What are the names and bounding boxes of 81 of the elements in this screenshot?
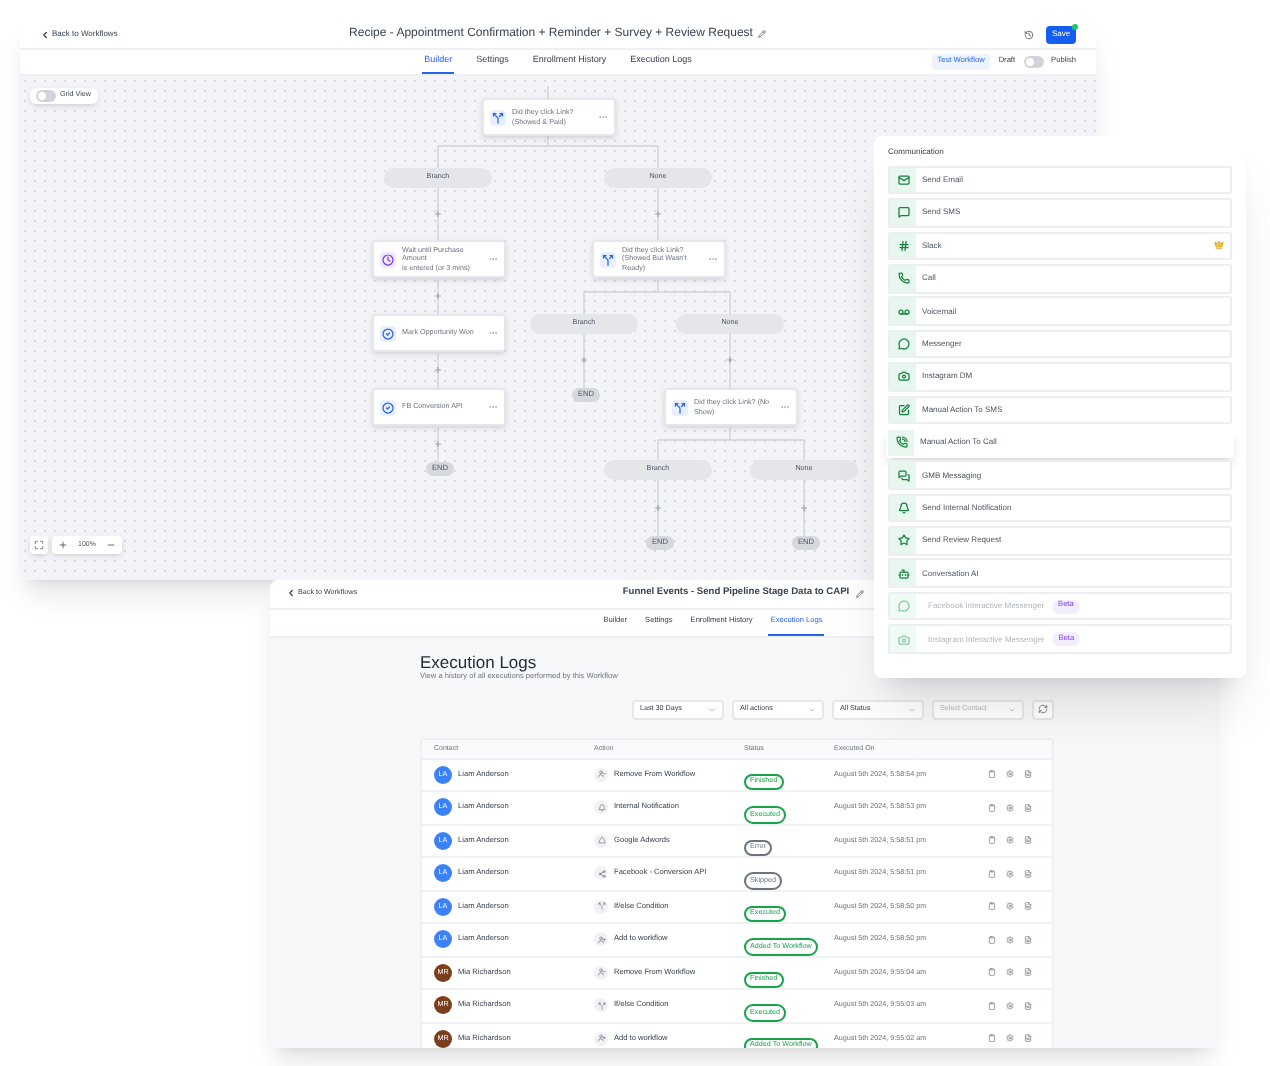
user-minus-icon (597, 968, 605, 977)
file-icon[interactable] (1024, 968, 1032, 977)
hash-icon (897, 239, 909, 252)
file-icon[interactable] (1024, 902, 1032, 911)
zoom-in-icon[interactable] (58, 540, 68, 550)
plus-icon[interactable] (726, 356, 734, 364)
chat-bubble-icon (897, 600, 909, 613)
message-icon (897, 206, 909, 219)
fit-view-button[interactable] (30, 536, 48, 554)
camera-icon (897, 370, 909, 383)
settings-icon[interactable] (1006, 770, 1014, 779)
settings-icon[interactable] (1006, 902, 1014, 911)
fit-view-icon (34, 540, 44, 550)
split-icon (597, 902, 605, 911)
clipboard-icon[interactable] (988, 869, 996, 878)
settings-icon[interactable] (1006, 869, 1014, 878)
refresh-button[interactable] (1032, 699, 1054, 720)
chat-bubble-icon (897, 338, 909, 351)
edit-icon[interactable] (855, 590, 864, 598)
publish-toggle[interactable] (1023, 56, 1044, 68)
refresh-icon (1038, 704, 1048, 715)
plus-icon[interactable] (654, 210, 662, 218)
settings-icon[interactable] (1006, 803, 1014, 812)
plus-icon[interactable] (654, 504, 662, 512)
plus-icon[interactable] (434, 292, 442, 300)
back-icon (286, 588, 296, 599)
clipboard-icon[interactable] (988, 1034, 996, 1043)
connector-line (803, 479, 805, 537)
clipboard-icon[interactable] (988, 1001, 996, 1010)
clock-icon (382, 253, 394, 265)
file-icon[interactable] (1024, 1034, 1032, 1043)
clipboard-icon[interactable] (988, 935, 996, 944)
split-icon (674, 401, 686, 413)
share-icon (597, 869, 605, 878)
file-icon[interactable] (1024, 803, 1032, 812)
phone-call-icon (895, 436, 907, 449)
back-icon (40, 29, 50, 39)
plus-icon[interactable] (434, 210, 442, 218)
settings-icon[interactable] (1006, 836, 1014, 845)
plus-icon[interactable] (434, 366, 442, 374)
camera-icon (897, 633, 909, 646)
edit-icon[interactable] (758, 30, 767, 38)
user-plus-icon (597, 1034, 605, 1043)
clipboard-icon[interactable] (988, 770, 996, 779)
messages-icon (897, 469, 909, 482)
clipboard-icon[interactable] (988, 968, 996, 977)
split-icon (492, 111, 504, 123)
voicemail-icon (897, 305, 909, 318)
page-heading: Execution Logs (420, 652, 539, 672)
plus-icon[interactable] (434, 440, 442, 448)
clipboard-icon[interactable] (988, 803, 996, 812)
bell-icon (897, 502, 909, 514)
grid-view-toggle[interactable] (36, 90, 56, 102)
file-icon[interactable] (1024, 836, 1032, 845)
user-plus-icon (597, 935, 605, 944)
clipboard-icon[interactable] (988, 902, 996, 911)
settings-icon[interactable] (1006, 935, 1014, 944)
phone-icon (897, 272, 909, 285)
settings-icon[interactable] (1006, 1034, 1014, 1043)
user-minus-icon (597, 770, 605, 779)
settings-icon[interactable] (1006, 968, 1014, 977)
mail-icon (897, 174, 909, 187)
file-icon[interactable] (1024, 1001, 1032, 1010)
split-icon (597, 1001, 605, 1010)
plus-icon[interactable] (580, 356, 588, 364)
bell-icon (597, 803, 605, 812)
check-circle-icon (382, 401, 394, 413)
pen-square-icon (897, 403, 909, 416)
star-icon (897, 534, 909, 547)
check-circle-icon (382, 327, 394, 339)
settings-icon[interactable] (1006, 1001, 1014, 1010)
plus-icon[interactable] (800, 504, 808, 512)
file-icon[interactable] (1024, 935, 1032, 944)
triangle-icon (597, 836, 605, 845)
zoom-out-icon[interactable] (105, 540, 116, 550)
history-icon[interactable] (1024, 29, 1034, 39)
split-icon (602, 253, 614, 265)
clipboard-icon[interactable] (988, 836, 996, 845)
file-icon[interactable] (1024, 869, 1032, 878)
bot-icon (897, 567, 909, 580)
file-icon[interactable] (1024, 770, 1032, 779)
